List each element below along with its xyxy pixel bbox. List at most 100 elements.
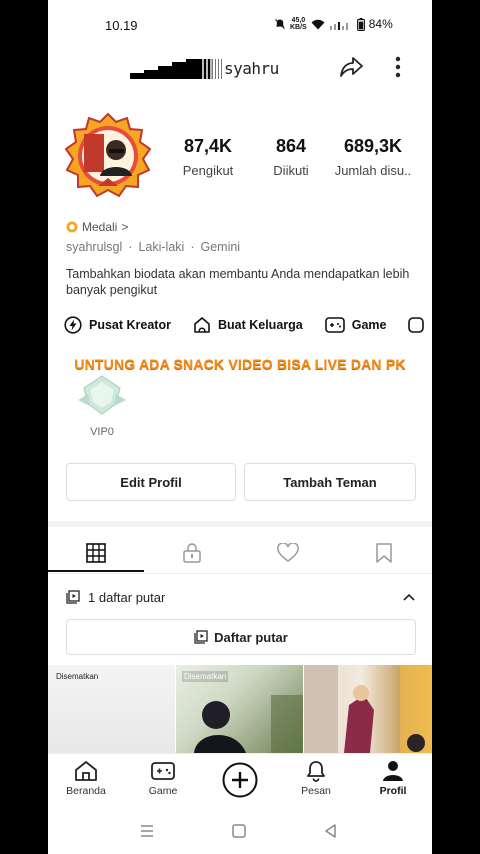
- profile-screen: 10.19 45,0 KB/S 84% syahru 87,4K Pengiku…: [48, 0, 432, 854]
- system-navigation-bar: [48, 808, 432, 854]
- plus-circle-icon: [222, 762, 258, 798]
- shortcut-label: Pusat Kreator: [89, 318, 171, 332]
- bio-prompt[interactable]: Tambahkan biodata akan membantu Anda men…: [66, 266, 416, 298]
- following-stat[interactable]: 864 Diikuti: [246, 136, 336, 178]
- active-tab-indicator: [48, 570, 144, 572]
- likes-stat[interactable]: 689,3K Jumlah disu..: [328, 136, 418, 178]
- bookmark-icon: [376, 543, 392, 563]
- avatar-badge-image: [64, 112, 152, 198]
- followers-count: 87,4K: [183, 136, 233, 156]
- nav-label: Profil: [379, 785, 407, 797]
- battery-percent: 84%: [368, 17, 393, 31]
- chevron-up-icon[interactable]: [402, 592, 416, 602]
- lock-icon: [183, 543, 201, 563]
- heart-icon: [277, 543, 299, 562]
- section-divider: [48, 521, 432, 527]
- nav-label: Beranda: [66, 785, 106, 797]
- signal-icon: [329, 21, 348, 30]
- tab-liked[interactable]: [240, 533, 336, 573]
- username-header: syahru: [224, 58, 279, 78]
- nav-label: Game: [148, 785, 178, 797]
- shortcut-create-family[interactable]: Buat Keluarga: [193, 316, 303, 334]
- followers-label: Pengikut: [182, 163, 234, 178]
- bottom-navigation: Beranda Game Pesan Profil: [48, 753, 432, 809]
- family-house-icon: [194, 317, 210, 333]
- video-thumbnail[interactable]: [304, 665, 432, 753]
- tab-posts[interactable]: [48, 533, 144, 573]
- network-speed: 45,0 KB/S: [290, 17, 307, 31]
- nav-messages[interactable]: Pesan: [281, 760, 351, 797]
- thumbnail-wedding-image: [304, 665, 432, 753]
- medal-link[interactable]: Medali >: [66, 220, 128, 234]
- wifi-icon: [311, 19, 325, 29]
- nav-home[interactable]: Beranda: [51, 760, 121, 797]
- shortcut-label: Buat Keluarga: [217, 318, 303, 332]
- shortcut-row: Pusat Kreator Buat Keluarga Game: [64, 316, 426, 334]
- video-thumbnail[interactable]: Disematkan: [48, 665, 175, 753]
- vip-badge[interactable]: [76, 374, 128, 416]
- playlist-button[interactable]: Daftar putar: [66, 619, 416, 655]
- more-options-button[interactable]: [388, 54, 408, 80]
- gamepad-icon: [151, 762, 175, 780]
- user-id: syahrulsgl: [66, 240, 123, 254]
- vip-level-label: VIP0: [90, 426, 114, 438]
- mute-bell-icon: [275, 19, 285, 29]
- following-count: 864: [275, 136, 307, 156]
- nav-label: Pesan: [301, 785, 331, 797]
- shortcut-game[interactable]: Game: [324, 316, 387, 334]
- profile-avatar[interactable]: [64, 112, 152, 200]
- status-bar: 10.19 45,0 KB/S 84%: [48, 0, 432, 50]
- partial-shortcut-icon: [408, 317, 425, 333]
- meta-separator: ·: [128, 240, 133, 254]
- censored-name-block: [130, 57, 222, 79]
- playlist-count: 1 daftar putar: [88, 589, 166, 605]
- pinned-label: Disematkan: [182, 671, 229, 682]
- overlay-caption: UNTUNG ADA SNACK VIDEO BISA LIVE DAN PK: [74, 356, 406, 372]
- video-thumbnail[interactable]: Disematkan: [176, 665, 303, 753]
- nav-create[interactable]: [205, 762, 275, 801]
- status-time: 10.19: [105, 18, 138, 33]
- playlist-button-label: Daftar putar: [214, 629, 288, 645]
- profile-name-header: syahru: [130, 55, 279, 81]
- likes-label: Jumlah disu..: [334, 163, 412, 178]
- playlist-icon: [66, 590, 80, 604]
- status-icons: 45,0 KB/S 84%: [274, 17, 393, 31]
- nav-game[interactable]: Game: [128, 760, 198, 797]
- vip-crest-icon: [78, 375, 126, 415]
- home-icon: [75, 761, 97, 781]
- grid-icon: [86, 543, 106, 563]
- shortcut-creator-center[interactable]: Pusat Kreator: [64, 316, 171, 334]
- medal-label: Medali: [82, 220, 118, 234]
- add-friend-button[interactable]: Tambah Teman: [244, 463, 416, 501]
- medal-icon: [66, 221, 78, 233]
- tab-saved[interactable]: [336, 533, 432, 573]
- zodiac: Gemini: [200, 240, 241, 254]
- followers-stat[interactable]: 87,4K Pengikut: [163, 136, 253, 178]
- chevron-right-icon: >: [121, 220, 129, 234]
- person-icon: [383, 761, 403, 781]
- tab-private[interactable]: [144, 533, 240, 573]
- profile-meta: syahrulsgl · Laki-laki · Gemini: [66, 240, 240, 254]
- nav-profile[interactable]: Profil: [358, 760, 428, 797]
- recents-menu-icon[interactable]: [139, 824, 155, 838]
- bell-icon: [307, 761, 325, 782]
- back-triangle-icon[interactable]: [323, 824, 339, 838]
- more-vertical-icon: [395, 56, 401, 78]
- battery-icon: [356, 17, 365, 31]
- gamepad-icon: [324, 317, 345, 333]
- meta-separator: ·: [190, 240, 195, 254]
- home-square-icon[interactable]: [231, 824, 247, 838]
- share-arrow-icon: [340, 57, 363, 77]
- playlist-icon: [194, 630, 208, 644]
- share-button[interactable]: [338, 54, 364, 80]
- playlist-header[interactable]: 1 daftar putar: [66, 586, 416, 608]
- likes-count: 689,3K: [343, 136, 403, 156]
- content-tabs: [48, 533, 432, 574]
- following-label: Diikuti: [273, 163, 309, 178]
- shortcut-more[interactable]: [408, 316, 426, 334]
- pinned-label: Disematkan: [56, 672, 99, 681]
- gender: Laki-laki: [138, 240, 185, 254]
- edit-profile-button[interactable]: Edit Profil: [66, 463, 236, 501]
- lightning-icon: [64, 316, 82, 334]
- shortcut-label: Game: [351, 318, 387, 332]
